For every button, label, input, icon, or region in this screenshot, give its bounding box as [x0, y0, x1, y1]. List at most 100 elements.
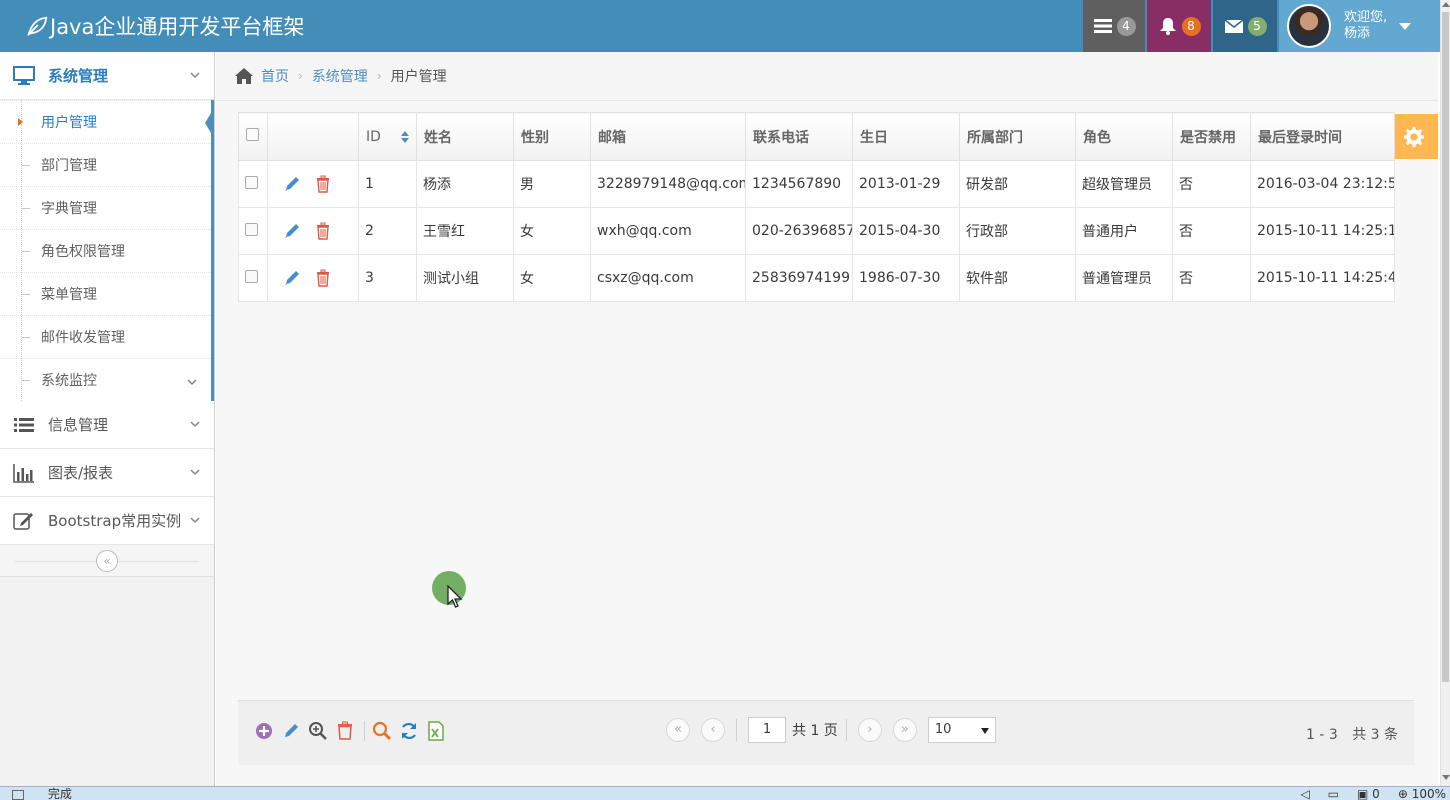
pencil-icon[interactable] — [281, 721, 301, 741]
sidebar-collapse-bar: « — [0, 545, 214, 577]
column-header-disabled[interactable]: 是否禁用 — [1172, 112, 1251, 161]
cell-email: wxh@qq.com — [590, 207, 746, 255]
cell-birthday: 1986-07-30 — [852, 254, 960, 302]
row-checkbox[interactable] — [245, 269, 258, 283]
table-row[interactable]: 1 杨添 男 3228979148@qq.com 1234567890 2013… — [238, 160, 1395, 208]
cell-id: 1 — [358, 160, 417, 208]
column-header-id[interactable]: ID — [358, 112, 417, 161]
sort-icon — [400, 130, 409, 143]
zoom-in-icon[interactable] — [308, 721, 328, 741]
trash-icon[interactable] — [315, 222, 331, 240]
pencil-icon[interactable] — [283, 269, 301, 287]
user-info: 欢迎您, 杨添 — [1344, 10, 1387, 42]
trash-icon[interactable] — [335, 721, 355, 741]
table-row[interactable]: 3 测试小组 女 csxz@qq.com 25836974199 1986-07… — [238, 254, 1395, 302]
refresh-icon[interactable] — [399, 721, 419, 741]
trash-icon[interactable] — [315, 269, 331, 287]
breadcrumb-system-link[interactable]: 系统管理 — [312, 66, 368, 86]
row-checkbox[interactable] — [245, 222, 258, 236]
first-page-button[interactable]: « — [666, 718, 690, 742]
cell-role: 普通管理员 — [1075, 254, 1173, 302]
sidebar-collapse-button[interactable]: « — [96, 550, 118, 572]
cell-phone: 1234567890 — [745, 160, 853, 208]
cell-dept: 软件部 — [959, 254, 1076, 302]
cell-phone: 020-26396857 — [745, 207, 853, 255]
page-number-input[interactable]: 1 — [748, 717, 786, 743]
cell-gender: 男 — [513, 160, 591, 208]
column-header-last-login[interactable]: 最后登录时间 — [1250, 112, 1395, 161]
sidebar-item-dict-management[interactable]: 字典管理 — [0, 186, 211, 229]
select-all-cell — [238, 112, 268, 161]
menu-info[interactable]: 信息管理 — [0, 401, 214, 449]
settings-button[interactable] — [1389, 114, 1438, 159]
notifications-button[interactable]: 8 — [1147, 0, 1211, 52]
prev-page-button[interactable]: ‹ — [701, 718, 725, 742]
trash-icon[interactable] — [315, 175, 331, 193]
table-row[interactable]: 2 王雪红 女 wxh@qq.com 020-26396857 2015-04-… — [238, 207, 1395, 255]
sidebar-item-label: 部门管理 — [41, 158, 97, 174]
brand[interactable]: Java企业通用开发平台框架 — [26, 10, 304, 42]
zoom-level[interactable]: ⊕ 100% — [1398, 787, 1446, 800]
page-size-select[interactable]: 10 — [927, 717, 996, 743]
sidebar-item-mail-management[interactable]: 邮件收发管理 — [0, 315, 211, 358]
speaker-icon: ◁ — [1300, 787, 1310, 800]
caret-down-icon — [1399, 22, 1412, 30]
sidebar-item-menu-management[interactable]: 菜单管理 — [0, 272, 211, 315]
notifications-badge: 8 — [1181, 16, 1201, 36]
column-header-gender[interactable]: 性别 — [513, 112, 591, 161]
last-page-button[interactable]: » — [892, 718, 917, 742]
cell-name: 王雪红 — [416, 207, 514, 255]
column-header-dept[interactable]: 所属部门 — [959, 112, 1076, 161]
vertical-scrollbar[interactable] — [1440, 0, 1450, 786]
menu-bootstrap[interactable]: Bootstrap常用实例 — [0, 497, 214, 545]
tasks-button[interactable]: 4 — [1083, 0, 1145, 52]
status-counter: ▣ 0 — [1357, 787, 1380, 800]
cell-id: 2 — [358, 207, 417, 255]
sidebar-item-label: 菜单管理 — [41, 287, 97, 303]
next-page-button[interactable]: › — [857, 718, 882, 742]
user-grid: ID 姓名 性别 邮箱 联系电话 生日 所属部门 角色 是否禁用 最后登录时间 — [238, 112, 1395, 302]
column-header-phone[interactable]: 联系电话 — [745, 112, 853, 161]
sidebar-item-dept-management[interactable]: 部门管理 — [0, 143, 211, 186]
tasks-icon — [1093, 19, 1112, 33]
cell-email: csxz@qq.com — [590, 254, 746, 302]
cell-birthday: 2015-04-30 — [852, 207, 960, 255]
breadcrumb-home-link[interactable]: 首页 — [261, 66, 289, 86]
messages-button[interactable]: 5 — [1213, 0, 1277, 52]
page-status-icon — [12, 789, 24, 800]
column-header-role[interactable]: 角色 — [1075, 112, 1173, 161]
cell-email: 3228979148@qq.com — [590, 160, 746, 208]
main-content: 首页 › 系统管理 › 用户管理 ID 姓名 性别 邮箱 联系电话 生日 所属部… — [216, 52, 1438, 786]
sidebar-item-system-monitor[interactable]: 系统监控 — [0, 358, 211, 401]
breadcrumb: 首页 › 系统管理 › 用户管理 — [216, 52, 1438, 101]
cell-last-login: 2015-10-11 14:25:40 — [1250, 254, 1395, 302]
select-all-checkbox[interactable] — [246, 128, 259, 141]
grid-pager: « ‹ 1 共 1 页 › » 10 1 - 3 共 3 条 — [238, 700, 1414, 765]
pencil-icon[interactable] — [283, 175, 301, 193]
menu-system[interactable]: 系统管理 — [0, 52, 214, 100]
cell-disabled: 否 — [1172, 207, 1251, 255]
excel-icon[interactable] — [426, 721, 446, 741]
pencil-icon[interactable] — [283, 222, 301, 240]
menu-charts[interactable]: 图表/报表 — [0, 449, 214, 497]
pager-info: 1 - 3 共 3 条 — [1296, 724, 1398, 744]
actions-header — [267, 112, 359, 161]
column-header-name[interactable]: 姓名 — [416, 112, 514, 161]
sidebar-item-user-management[interactable]: 用户管理 — [0, 100, 214, 143]
sidebar-item-role-permission[interactable]: 角色权限管理 — [0, 229, 211, 272]
scroll-thumb[interactable] — [1442, 12, 1449, 682]
user-menu[interactable]: 欢迎您, 杨添 — [1279, 0, 1440, 52]
add-circle-icon[interactable] — [254, 721, 274, 741]
active-indicator — [205, 108, 214, 138]
column-header-birthday[interactable]: 生日 — [852, 112, 960, 161]
bell-icon — [1159, 18, 1176, 35]
cell-name: 杨添 — [416, 160, 514, 208]
tasks-badge: 4 — [1116, 16, 1136, 36]
cell-disabled: 否 — [1172, 160, 1251, 208]
cell-gender: 女 — [513, 254, 591, 302]
row-checkbox[interactable] — [245, 175, 258, 189]
column-header-email[interactable]: 邮箱 — [590, 112, 746, 161]
scroll-down-icon[interactable] — [1442, 775, 1450, 780]
search-icon[interactable] — [372, 721, 392, 741]
scroll-up-icon[interactable] — [1442, 2, 1450, 7]
